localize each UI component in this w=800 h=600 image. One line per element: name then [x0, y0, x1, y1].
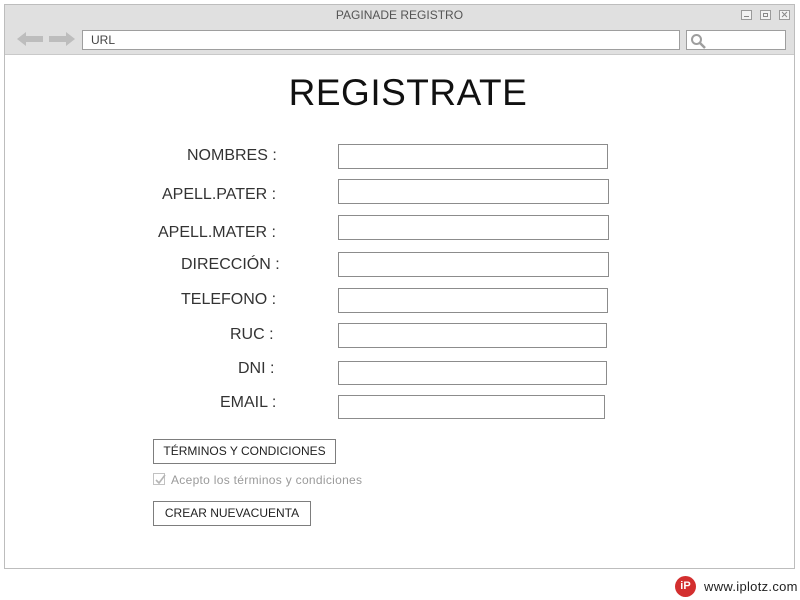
iplotz-site-link[interactable]: www.iplotz.com [704, 579, 798, 594]
field-label-apellido-materno: APELL.MATER : [158, 224, 276, 241]
iplotz-brand[interactable]: iP www.iplotz.com [673, 575, 800, 599]
checkmark-icon [155, 474, 166, 485]
accept-terms-checkbox[interactable] [153, 473, 166, 485]
create-account-button[interactable]: CREAR NUEVACUENTA [153, 501, 311, 526]
dni-field[interactable] [338, 361, 607, 385]
minimize-icon[interactable] [741, 10, 752, 20]
field-label-nombres: NOMBRES : [187, 147, 277, 164]
email-field[interactable] [338, 395, 605, 419]
arrow-right-icon[interactable] [49, 31, 75, 47]
page-title: REGISTRATE [288, 72, 528, 113]
search-icon [691, 34, 706, 49]
arrow-left-icon[interactable] [17, 31, 43, 47]
title-bar: PAGINADE REGISTRO URL [5, 5, 794, 55]
field-label-apellido-paterno: APELL.PATER : [162, 186, 277, 203]
browser-search-input[interactable] [686, 30, 786, 50]
ruc-field[interactable] [338, 323, 607, 348]
direccion-field[interactable] [338, 252, 609, 277]
url-bar[interactable]: URL [82, 30, 680, 50]
window-title: PAGINADE REGISTRO [335, 8, 464, 22]
telefono-field[interactable] [338, 288, 608, 313]
iplotz-logo: iP [675, 576, 696, 597]
terms-button[interactable]: TÉRMINOS Y CONDICIONES [153, 439, 336, 464]
field-label-dni: DNI : [238, 360, 275, 377]
field-label-email: EMAIL : [220, 394, 277, 411]
nombres-field[interactable] [338, 144, 608, 169]
field-label-ruc: RUC : [230, 326, 274, 343]
close-icon[interactable] [779, 10, 790, 20]
apellido-paterno-field[interactable] [338, 179, 609, 204]
apellido-materno-field[interactable] [338, 215, 609, 240]
accept-terms-label: Acepto los términos y condiciones [171, 473, 363, 487]
maximize-icon[interactable] [760, 10, 771, 20]
field-label-telefono: TELEFONO : [181, 291, 277, 308]
field-label-direccion: DIRECCIÓN : [181, 256, 280, 273]
